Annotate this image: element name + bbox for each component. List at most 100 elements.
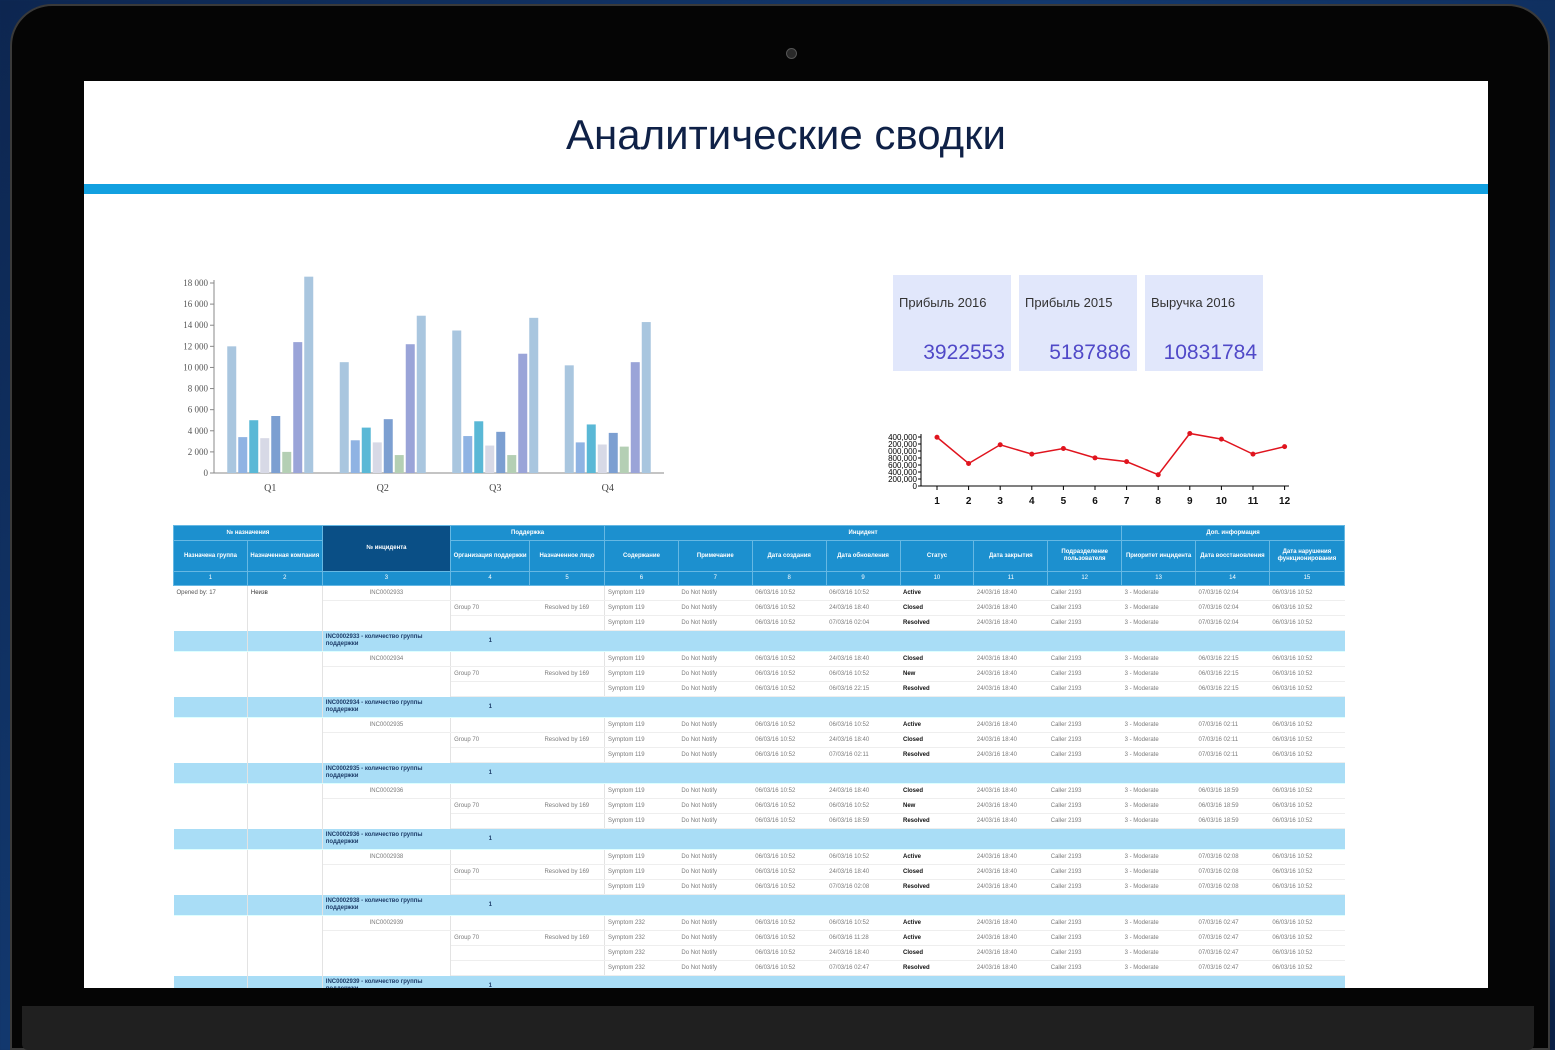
status: Active — [900, 717, 974, 733]
column-header: Назначенная компания — [246, 540, 323, 572]
restored-date: 07/03/16 02:08 — [1195, 879, 1270, 895]
assigned-group — [173, 864, 248, 880]
user-department: Caller 2193 — [1047, 915, 1122, 931]
assignee — [529, 915, 605, 931]
assigned-group — [173, 783, 248, 799]
summary-spacer — [173, 762, 248, 784]
updated-date: 07/03/16 02:04 — [826, 615, 900, 631]
assigned-group — [173, 930, 248, 946]
assignee: Resolved by 169 — [529, 600, 605, 616]
updated-date: 24/03/16 18:40 — [826, 945, 900, 961]
incident-summary-count: 1 — [450, 696, 605, 718]
user-department: Caller 2193 — [1047, 798, 1122, 814]
priority: 3 - Moderate — [1121, 732, 1196, 748]
assigned-company — [247, 798, 323, 814]
summary-spacer — [247, 894, 323, 916]
violated-date: 06/03/16 10:52 — [1269, 783, 1345, 799]
data-point — [1250, 451, 1256, 457]
column-number: 7 — [677, 571, 753, 586]
updated-date: 06/03/16 18:59 — [826, 813, 900, 829]
violated-date: 06/03/16 10:52 — [1269, 600, 1345, 616]
monthly-line-chart: 0200,000400,000600,000800,000000,000200,… — [888, 431, 1291, 507]
summary-spacer — [1195, 828, 1270, 850]
incident-summary-row: INC0002936 - количество группы поддержки… — [173, 828, 1345, 850]
violated-date: 06/03/16 10:52 — [1269, 615, 1345, 631]
user-department: Caller 2193 — [1047, 930, 1122, 946]
incident-id: INC0002936 — [322, 783, 452, 799]
updated-date: 06/03/16 10:52 — [826, 798, 900, 814]
table-row: Symptom 232 Do Not Notify 06/03/16 10:52 07… — [173, 960, 1345, 976]
summary-spacer — [826, 828, 900, 850]
assigned-group — [173, 960, 248, 976]
created-date: 06/03/16 10:52 — [752, 879, 827, 895]
assigned-company — [247, 849, 323, 865]
status: Closed — [900, 945, 974, 961]
support-org — [450, 681, 530, 697]
created-date: 06/03/16 10:52 — [752, 717, 827, 733]
incident-summary-count: 1 — [450, 975, 605, 988]
content: Symptom 119 — [604, 849, 679, 865]
content: Symptom 119 — [604, 600, 679, 616]
incident-id-row: Opened by: 17 Неизв INC0002933 Symptom 119 D… — [173, 585, 1345, 601]
support-org — [450, 813, 530, 829]
closed-date: 24/03/16 18:40 — [973, 666, 1048, 682]
priority: 3 - Moderate — [1121, 783, 1196, 799]
summary-spacer — [900, 762, 974, 784]
assigned-company — [247, 747, 323, 763]
violated-date: 06/03/16 10:52 — [1269, 798, 1345, 814]
assignee — [529, 585, 605, 601]
status: Resolved — [900, 615, 974, 631]
assigned-company — [247, 930, 323, 946]
summary-spacer — [1047, 630, 1122, 652]
note: Do Not Notify — [678, 783, 753, 799]
incident-id — [322, 615, 452, 631]
summary-spacer — [973, 828, 1048, 850]
summary-spacer — [1195, 894, 1270, 916]
table-row: Group 70 Resolved by 169 Symptom 119 Do Not… — [173, 666, 1345, 682]
x-tick-label: 1 — [934, 496, 940, 507]
summary-spacer — [1121, 894, 1196, 916]
summary-spacer — [678, 894, 753, 916]
bar — [271, 416, 281, 473]
bar — [260, 438, 270, 473]
column-header: Организация поддержки — [450, 540, 531, 572]
content: Symptom 119 — [604, 747, 679, 763]
status: Closed — [900, 600, 974, 616]
assigned-group — [173, 717, 248, 733]
summary-spacer — [604, 762, 679, 784]
violated-date: 06/03/16 10:52 — [1269, 945, 1345, 961]
content: Symptom 119 — [604, 879, 679, 895]
closed-date: 24/03/16 18:40 — [973, 783, 1048, 799]
assigned-group: Opened by: 17 — [173, 585, 248, 601]
user-department: Caller 2193 — [1047, 600, 1122, 616]
assigned-company — [247, 600, 323, 616]
x-tick-label: 3 — [997, 496, 1003, 507]
note: Do Not Notify — [678, 615, 753, 631]
x-tick-label: 5 — [1061, 496, 1067, 507]
status: New — [900, 798, 974, 814]
restored-date: 06/03/16 22:15 — [1195, 666, 1270, 682]
group-header: Доп. информация — [1121, 525, 1345, 541]
summary-spacer — [826, 975, 900, 988]
closed-date: 24/03/16 18:40 — [973, 945, 1048, 961]
summary-spacer — [826, 894, 900, 916]
restored-date: 07/03/16 02:08 — [1195, 864, 1270, 880]
bar — [586, 424, 596, 473]
y-tick-label: 10 000 — [183, 362, 208, 372]
data-point — [1060, 446, 1066, 451]
restored-date: 07/03/16 02:11 — [1195, 747, 1270, 763]
created-date: 06/03/16 10:52 — [752, 747, 827, 763]
closed-date: 24/03/16 18:40 — [973, 681, 1048, 697]
column-number: 11 — [973, 571, 1049, 586]
summary-spacer — [604, 696, 679, 718]
restored-date: 06/03/16 18:59 — [1195, 783, 1270, 799]
closed-date: 24/03/16 18:40 — [973, 798, 1048, 814]
restored-date: 06/03/16 22:15 — [1195, 681, 1270, 697]
status: Resolved — [900, 747, 974, 763]
incident-summary-label: INC0002933 - количество группы поддержки — [322, 630, 451, 652]
x-tick-label: 8 — [1155, 496, 1161, 507]
summary-spacer — [900, 696, 974, 718]
priority: 3 - Moderate — [1121, 813, 1196, 829]
note: Do Not Notify — [678, 651, 753, 667]
assigned-company — [247, 615, 323, 631]
